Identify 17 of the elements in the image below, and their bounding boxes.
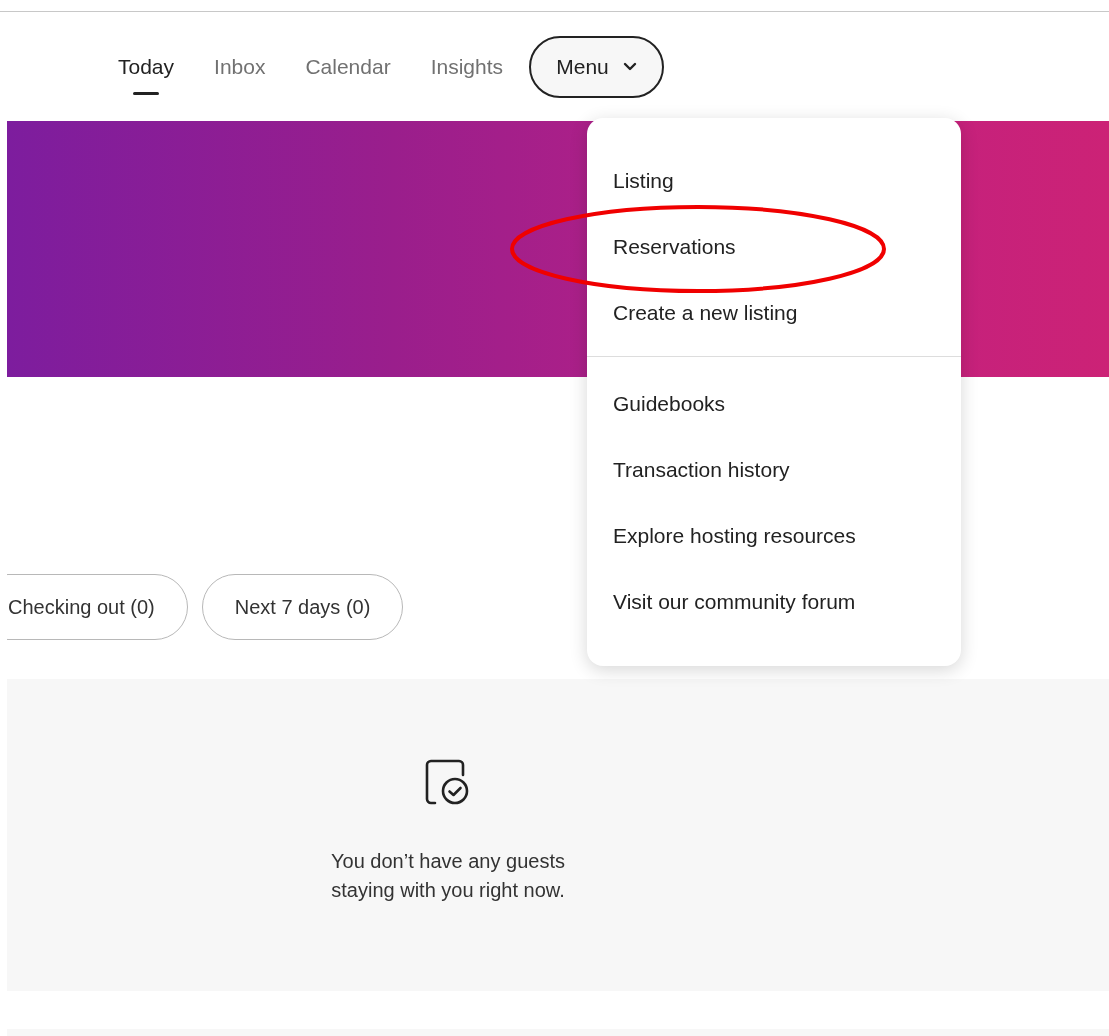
menu-item[interactable]: Create a new listing — [587, 301, 798, 325]
menu-button[interactable]: Menu — [529, 35, 665, 98]
menu-item[interactable]: Explore hosting resources — [587, 524, 856, 548]
nav-tab[interactable]: Calendar — [287, 36, 409, 97]
filter-chip[interactable]: Next 7 days (0) — [201, 574, 404, 640]
nav-tab[interactable]: Insights — [412, 36, 522, 97]
filter-chip[interactable]: Checking out (0) — [7, 574, 188, 640]
chevron-down-icon — [622, 62, 637, 71]
menu-item[interactable]: Listing — [587, 169, 674, 193]
menu-item[interactable]: Transaction history — [587, 458, 790, 482]
empty-state-message: You don’t have any guests staying with you right now. — [330, 849, 566, 903]
nav-tab[interactable]: Today — [100, 36, 193, 97]
menu-item[interactable]: Visit our community forum — [587, 590, 856, 614]
menu-item[interactable]: Guidebooks — [587, 392, 726, 416]
menu-item[interactable]: Reservations — [587, 235, 736, 259]
nav-tab[interactable]: Inbox — [196, 36, 284, 97]
document-check-icon — [425, 759, 471, 807]
